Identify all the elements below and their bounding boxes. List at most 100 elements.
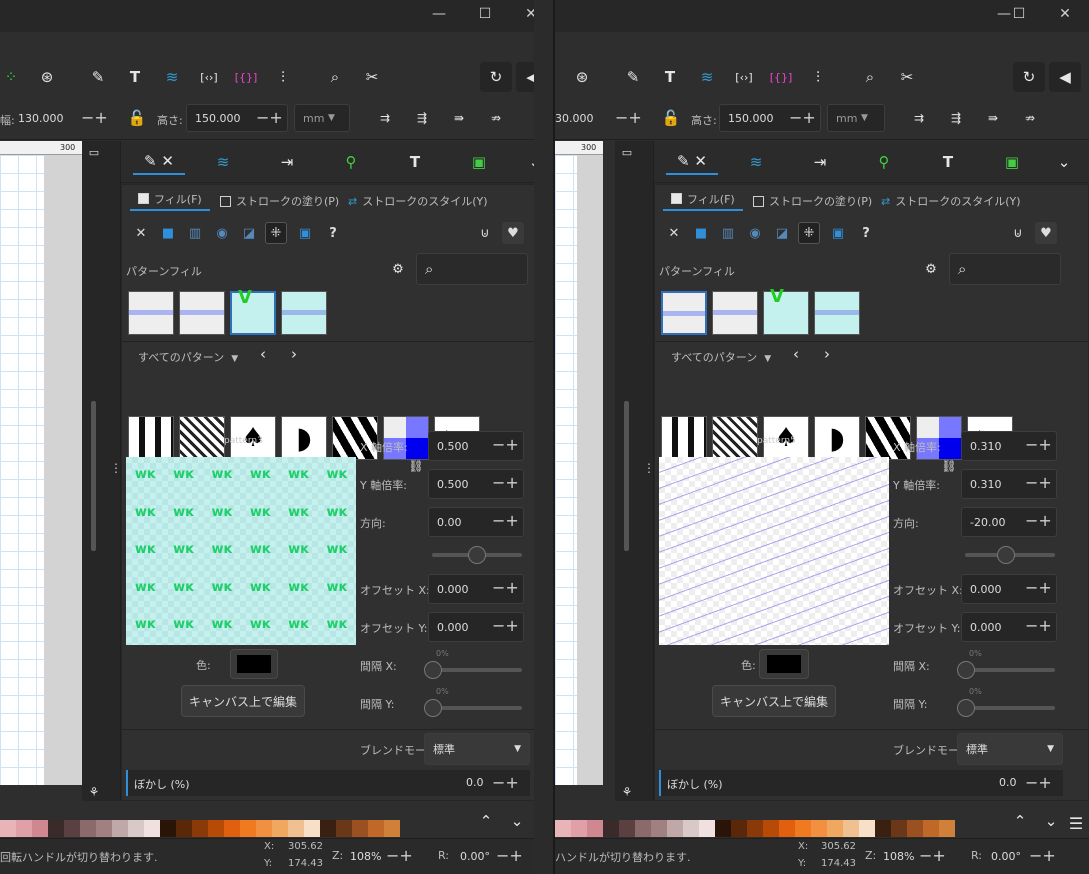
palette-swatch[interactable] xyxy=(827,820,843,837)
unset-paint-icon[interactable]: ? xyxy=(855,222,877,244)
tab-fill[interactable]: フィル(F) xyxy=(663,191,743,211)
recent-swatch[interactable] xyxy=(281,291,327,335)
angle-slider-knob[interactable] xyxy=(468,546,486,564)
palette-swatch[interactable] xyxy=(144,820,160,837)
palette-swatch[interactable] xyxy=(272,820,288,837)
palette-swatch[interactable] xyxy=(747,820,763,837)
flat-color-icon[interactable]: ■ xyxy=(157,222,179,244)
palette-swatch[interactable] xyxy=(699,820,715,837)
fill-rule-evenodd-icon[interactable]: ⊍ xyxy=(1007,222,1029,244)
pen-icon[interactable]: ✎ xyxy=(87,66,109,88)
palette-swatch[interactable] xyxy=(907,820,923,837)
fill-rule-evenodd-icon[interactable]: ⊍ xyxy=(474,222,496,244)
palette-swatch[interactable] xyxy=(923,820,939,837)
tab-layers[interactable]: ≋ xyxy=(205,149,241,175)
preferences-icon[interactable]: ✂ xyxy=(361,66,383,88)
gap-y-slider-knob[interactable] xyxy=(424,699,442,717)
height-stepper[interactable]: −+ xyxy=(789,108,816,127)
y-scale-stepper[interactable]: −+ xyxy=(492,473,519,492)
palette-swatch[interactable] xyxy=(368,820,384,837)
unset-paint-icon[interactable]: ? xyxy=(322,222,344,244)
linear-gradient-icon[interactable]: ▥ xyxy=(184,222,206,244)
offset-x-stepper[interactable]: −+ xyxy=(492,578,519,597)
offset-y-stepper[interactable]: −+ xyxy=(492,616,519,635)
flat-color-icon[interactable]: ■ xyxy=(690,222,712,244)
tab-stroke-style[interactable]: ⇄ ストロークのスタイル(Y) xyxy=(348,191,488,211)
dock-handle[interactable]: ⋮ xyxy=(106,141,122,801)
chevron-down-icon[interactable]: ⌄ xyxy=(517,149,534,175)
pattern-thumb[interactable]: ◗ xyxy=(814,416,860,460)
palette-swatch[interactable] xyxy=(352,820,368,837)
pattern-thumb[interactable]: ◗ xyxy=(281,416,327,460)
fill-rule-nonzero-icon[interactable]: ♥ xyxy=(1035,222,1057,244)
gear-icon[interactable]: ⚙ xyxy=(921,259,941,279)
palette-swatch[interactable] xyxy=(779,820,795,837)
object-props-icon[interactable]: [{}] xyxy=(235,66,258,88)
angle-slider-knob[interactable] xyxy=(997,546,1015,564)
palette-swatch[interactable] xyxy=(48,820,64,837)
mesh-gradient-icon[interactable]: ◪ xyxy=(771,222,793,244)
palette-swatch[interactable] xyxy=(128,820,144,837)
palette-swatch[interactable] xyxy=(667,820,683,837)
tab-fill[interactable]: フィル(F) xyxy=(130,191,210,211)
recent-swatch[interactable] xyxy=(814,291,860,335)
blend-mode-select[interactable]: 標準 ▼ xyxy=(424,733,530,765)
collection-select[interactable]: すべてのパターン ▼ xyxy=(138,349,238,365)
snap-toggle-icon[interactable]: ↻ xyxy=(1013,62,1045,92)
palette-swatch[interactable] xyxy=(224,820,240,837)
swatch-icon[interactable]: ▣ xyxy=(827,222,849,244)
scroll-thumb[interactable] xyxy=(624,401,629,551)
maximize-button-glyph[interactable]: ☐ xyxy=(1004,6,1034,26)
canvas[interactable] xyxy=(555,141,603,785)
color-button[interactable] xyxy=(759,649,809,679)
search-input[interactable]: ⌕ xyxy=(949,253,1061,285)
text-tool-icon[interactable]: T xyxy=(124,66,146,88)
palette-swatch[interactable] xyxy=(811,820,827,837)
layers-icon[interactable]: ≋ xyxy=(696,66,718,88)
rotation-stepper[interactable]: −+ xyxy=(496,846,523,865)
chevron-right-icon[interactable]: › xyxy=(818,345,836,363)
palette-swatch[interactable] xyxy=(843,820,859,837)
palette-swatch[interactable] xyxy=(16,820,32,837)
object-props-icon[interactable]: [{}] xyxy=(770,66,793,88)
palette-swatch[interactable] xyxy=(0,820,16,837)
preferences-icon[interactable]: ✂ xyxy=(896,66,918,88)
palette-swatch[interactable] xyxy=(651,820,667,837)
palette-swatch[interactable] xyxy=(32,820,48,837)
move-pattern-icon[interactable]: ⇏ xyxy=(1020,108,1040,128)
node-icon[interactable]: ⁘ xyxy=(0,66,22,88)
gear-icon[interactable]: ⚙ xyxy=(388,259,408,279)
tab-fill-stroke[interactable]: ✎ ✕ xyxy=(133,149,185,175)
edit-on-canvas-button[interactable]: キャンバス上で編集 xyxy=(181,685,305,717)
palette-menu-icon[interactable]: ☰ xyxy=(1065,812,1087,834)
pattern-icon[interactable]: ⁜ xyxy=(798,222,820,244)
scale-corners-icon[interactable]: ⇶ xyxy=(946,108,966,128)
recent-swatch-selected[interactable] xyxy=(661,291,707,335)
gap-y-slider[interactable] xyxy=(432,706,522,710)
select-icon[interactable]: ⊛ xyxy=(571,66,593,88)
canvas[interactable] xyxy=(0,141,82,785)
palette-swatch[interactable] xyxy=(320,820,336,837)
pattern-thumb[interactable] xyxy=(712,416,758,460)
tab-text[interactable]: T xyxy=(397,149,433,175)
display-mode-icon[interactable]: ▭ xyxy=(82,143,106,161)
snap-toggle-icon[interactable]: ↻ xyxy=(480,62,512,92)
tab-export[interactable]: ⇥ xyxy=(802,149,838,175)
text-tool-icon[interactable]: T xyxy=(659,66,681,88)
palette-swatch[interactable] xyxy=(336,820,352,837)
palette-swatch[interactable] xyxy=(635,820,651,837)
radial-gradient-icon[interactable]: ◉ xyxy=(744,222,766,244)
no-paint-icon[interactable]: ✕ xyxy=(130,222,152,244)
mesh-gradient-icon[interactable]: ◪ xyxy=(238,222,260,244)
minimize-button[interactable]: — xyxy=(424,6,454,26)
palette-swatch[interactable] xyxy=(939,820,955,837)
tab-stroke-paint[interactable]: ストロークの塗り(P) xyxy=(220,191,339,211)
palette-swatch[interactable] xyxy=(571,820,587,837)
blur-slider[interactable]: ぼかし (%) 0.0 −+ xyxy=(126,770,530,796)
palette-swatch[interactable] xyxy=(875,820,891,837)
color-palette[interactable] xyxy=(555,820,955,837)
palette-down-icon[interactable]: ⌄ xyxy=(1039,810,1063,832)
lock-icon[interactable]: 🔓 xyxy=(661,108,681,128)
gap-x-slider-knob[interactable] xyxy=(424,661,442,679)
palette-down-icon[interactable]: ⌄ xyxy=(505,810,529,832)
